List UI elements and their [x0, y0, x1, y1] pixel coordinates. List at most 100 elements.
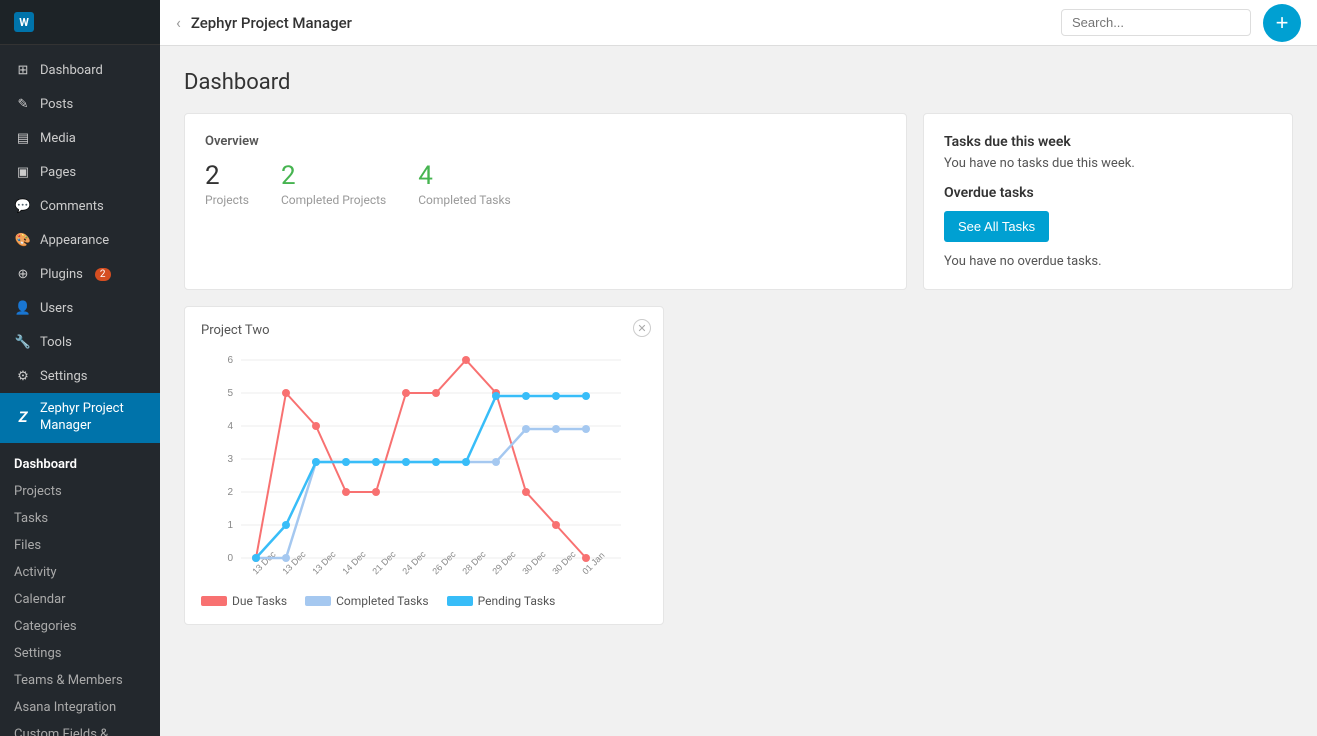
sidebar-sub-files[interactable]: Files — [0, 532, 160, 559]
stat-completed-projects: 2 Completed Projects — [281, 161, 386, 207]
tasks-due-title: Tasks due this week — [944, 134, 1272, 150]
comments-icon: 💬 — [14, 197, 32, 215]
svg-text:13 Dec: 13 Dec — [250, 549, 278, 577]
due-tasks-label: Due Tasks — [232, 594, 287, 608]
overview-label: Overview — [205, 134, 886, 149]
stat-projects-number: 2 — [205, 161, 249, 191]
sidebar-item-plugins[interactable]: ⊕ Plugins 2 — [0, 257, 160, 291]
svg-text:21 Dec: 21 Dec — [370, 549, 398, 577]
legend-completed-tasks: Completed Tasks — [305, 594, 429, 608]
settings-icon: ⚙ — [14, 367, 32, 385]
stat-completed-projects-label: Completed Projects — [281, 193, 386, 207]
sidebar-item-tools[interactable]: 🔧 Tools — [0, 325, 160, 359]
sidebar-item-appearance[interactable]: 🎨 Appearance — [0, 223, 160, 257]
topbar-right: + — [1061, 4, 1301, 42]
topbar-left: ‹ Zephyr Project Manager — [176, 13, 352, 32]
completed-tasks-label: Completed Tasks — [336, 594, 429, 608]
svg-text:2: 2 — [227, 487, 233, 498]
chart-svg: 6 5 4 3 2 1 0 13 Dec 13 Dec 13 Dec 14 De… — [201, 350, 641, 580]
no-overdue-message: You have no overdue tasks. — [944, 254, 1272, 269]
top-row: Overview 2 Projects 2 Completed Projects… — [184, 113, 1293, 290]
svg-text:24 Dec: 24 Dec — [400, 549, 428, 577]
chart-legend: Due Tasks Completed Tasks Pending Tasks — [201, 594, 647, 608]
chart-close-button[interactable]: ✕ — [633, 319, 651, 337]
svg-text:01 Jan: 01 Jan — [580, 550, 606, 576]
svg-text:0: 0 — [227, 553, 233, 564]
pages-icon: ▣ — [14, 163, 32, 181]
stat-completed-tasks-number: 4 — [418, 161, 511, 191]
due-tasks-color — [201, 596, 227, 606]
topbar-title: Zephyr Project Manager — [191, 14, 352, 32]
svg-text:30 Dec: 30 Dec — [550, 549, 578, 577]
sidebar-item-label: Users — [40, 301, 73, 316]
sidebar-item-label: Plugins — [40, 267, 83, 282]
svg-text:26 Dec: 26 Dec — [430, 549, 458, 577]
svg-text:3: 3 — [227, 454, 233, 465]
sidebar-item-label: Settings — [40, 369, 87, 384]
sidebar-item-zephyr[interactable]: Z Zephyr Project Manager — [0, 393, 160, 443]
sidebar-item-label: Media — [40, 131, 76, 146]
sidebar-sub-dashboard[interactable]: Dashboard — [0, 451, 160, 478]
chart-title: Project Two — [201, 323, 647, 338]
users-icon: 👤 — [14, 299, 32, 317]
add-button[interactable]: + — [1263, 4, 1301, 42]
svg-text:28 Dec: 28 Dec — [460, 549, 488, 577]
sidebar-sub-custom[interactable]: Custom Fields & — [0, 721, 160, 736]
sidebar-item-media[interactable]: ▤ Media — [0, 121, 160, 155]
svg-text:29 Dec: 29 Dec — [490, 549, 518, 577]
sidebar-sub-categories[interactable]: Categories — [0, 613, 160, 640]
sidebar-sub-asana[interactable]: Asana Integration — [0, 694, 160, 721]
stat-completed-projects-number: 2 — [281, 161, 386, 191]
sidebar-item-pages[interactable]: ▣ Pages — [0, 155, 160, 189]
sidebar-item-label: Appearance — [40, 233, 109, 248]
chart-card: Project Two ✕ 6 5 4 3 2 1 0 — [184, 306, 664, 625]
sidebar-menu: ⊞ Dashboard ✎ Posts ▤ Media ▣ Pages 💬 Co… — [0, 45, 160, 451]
sidebar-item-settings[interactable]: ⚙ Settings — [0, 359, 160, 393]
svg-text:13 Dec: 13 Dec — [310, 549, 338, 577]
svg-text:30 Dec: 30 Dec — [520, 549, 548, 577]
stat-completed-tasks-label: Completed Tasks — [418, 193, 511, 207]
sidebar-sub-tasks[interactable]: Tasks — [0, 505, 160, 532]
svg-text:1: 1 — [227, 520, 233, 531]
svg-text:4: 4 — [227, 421, 233, 432]
sidebar-logo: W — [0, 0, 160, 45]
page-title: Dashboard — [184, 70, 1293, 95]
completed-tasks-color — [305, 596, 331, 606]
sidebar-item-dashboard[interactable]: ⊞ Dashboard — [0, 53, 160, 87]
posts-icon: ✎ — [14, 95, 32, 113]
overdue-title: Overdue tasks — [944, 185, 1272, 201]
stat-projects: 2 Projects — [205, 161, 249, 207]
svg-text:5: 5 — [227, 388, 233, 399]
sidebar-item-comments[interactable]: 💬 Comments — [0, 189, 160, 223]
back-button[interactable]: ‹ — [176, 13, 181, 32]
appearance-icon: 🎨 — [14, 231, 32, 249]
sidebar: W ⊞ Dashboard ✎ Posts ▤ Media ▣ Pages 💬 … — [0, 0, 160, 736]
search-input[interactable] — [1061, 9, 1251, 36]
plugins-badge: 2 — [95, 268, 111, 281]
sidebar-item-label: Tools — [40, 335, 72, 350]
legend-due-tasks: Due Tasks — [201, 594, 287, 608]
see-all-tasks-button[interactable]: See All Tasks — [944, 211, 1049, 242]
sidebar-sub-calendar[interactable]: Calendar — [0, 586, 160, 613]
sidebar-sub-activity[interactable]: Activity — [0, 559, 160, 586]
sidebar-item-posts[interactable]: ✎ Posts — [0, 87, 160, 121]
zephyr-icon: Z — [14, 409, 32, 427]
overview-stats: 2 Projects 2 Completed Projects 4 Comple… — [205, 161, 886, 207]
sidebar-item-label: Pages — [40, 165, 76, 180]
svg-text:14 Dec: 14 Dec — [340, 549, 368, 577]
sidebar-sub-teams[interactable]: Teams & Members — [0, 667, 160, 694]
sidebar-item-label: Comments — [40, 199, 104, 214]
sidebar-item-users[interactable]: 👤 Users — [0, 291, 160, 325]
wp-logo-icon: W — [14, 12, 34, 32]
main-area: ‹ Zephyr Project Manager + Dashboard Ove… — [160, 0, 1317, 736]
content-area: Dashboard Overview 2 Projects 2 Complete… — [160, 46, 1317, 736]
sidebar-sub-projects[interactable]: Projects — [0, 478, 160, 505]
pending-tasks-label: Pending Tasks — [478, 594, 556, 608]
sidebar-sub-settings[interactable]: Settings — [0, 640, 160, 667]
sidebar-item-label: Zephyr Project Manager — [40, 401, 146, 435]
svg-text:6: 6 — [227, 355, 233, 366]
pending-tasks-color — [447, 596, 473, 606]
sidebar-sub-menu: Dashboard Projects Tasks Files Activity … — [0, 451, 160, 736]
topbar: ‹ Zephyr Project Manager + — [160, 0, 1317, 46]
stat-completed-tasks: 4 Completed Tasks — [418, 161, 511, 207]
